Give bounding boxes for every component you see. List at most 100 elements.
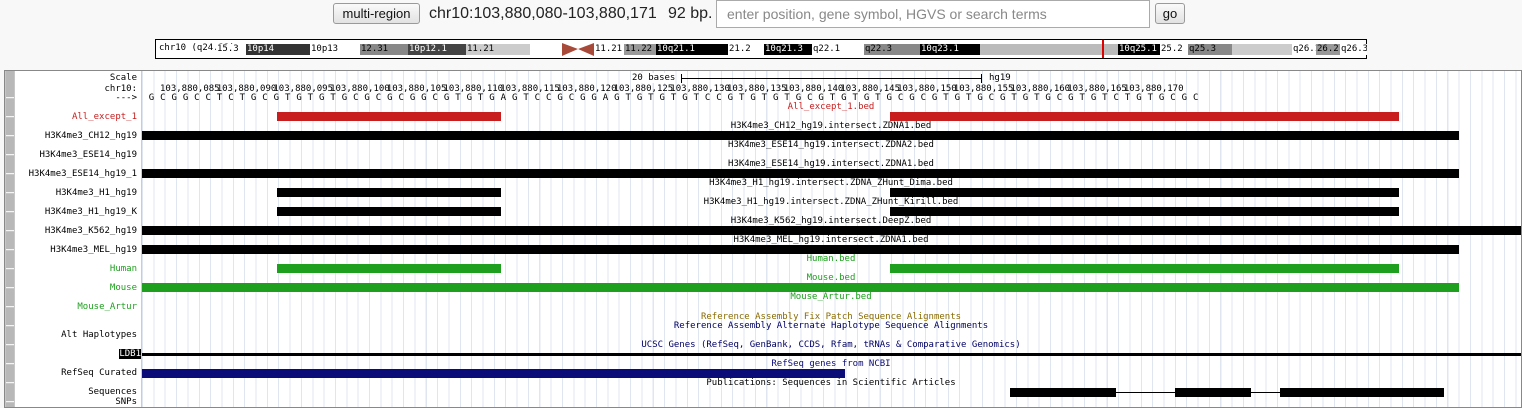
track-label[interactable]: Human <box>110 264 137 274</box>
scale-bar-right-tick <box>981 74 982 83</box>
sequence-base: G <box>750 93 756 103</box>
track-title: UCSC Genes (RefSeq, GenBank, CCDS, Rfam,… <box>641 340 1021 350</box>
track-label[interactable]: H3K4me3_CH12_hg19 <box>45 131 137 141</box>
sequence-base: G <box>1090 93 1097 103</box>
track-side-button[interactable] <box>6 384 14 402</box>
track-feature[interactable] <box>142 226 1521 235</box>
track-feature[interactable] <box>890 112 1399 121</box>
track-side-button[interactable] <box>6 118 14 136</box>
track-feature[interactable] <box>142 245 1459 254</box>
track-feature[interactable] <box>890 207 1399 216</box>
ideogram-band: q26.13 <box>1292 44 1316 55</box>
track-feature[interactable] <box>142 283 1459 292</box>
track-side-button[interactable] <box>6 213 14 231</box>
ideogram-band: 12.31 <box>360 44 408 55</box>
chromosome-ideogram[interactable]: chr10 (q24.32) 15.3 10p14 10p13 12.31 10p12.… <box>155 39 1367 59</box>
sequence-base: G <box>319 93 325 103</box>
sequence-base: G <box>296 93 302 103</box>
scale-bar-left-tick <box>681 74 682 83</box>
track-side-button[interactable] <box>6 175 14 193</box>
track-side-button[interactable] <box>6 251 14 269</box>
track-side-button[interactable] <box>6 289 14 307</box>
track-feature[interactable] <box>1010 388 1116 397</box>
sequence-base: G <box>511 93 518 103</box>
track-label[interactable]: Mouse_Artur <box>77 302 137 312</box>
track-label[interactable]: H3K4me3_K562_hg19 <box>45 226 137 236</box>
track-side-button[interactable] <box>6 327 14 345</box>
track-feature[interactable] <box>890 188 1399 197</box>
sequence-base: G <box>250 93 257 103</box>
search-input[interactable]: enter position, gene symbol, HGVS or sea… <box>716 0 1150 28</box>
track-title: RefSeq genes from NCBI <box>771 359 891 369</box>
ideogram-band: q22.1 <box>812 44 864 55</box>
sequence-base: C <box>1113 93 1119 103</box>
sequence-base: C <box>205 93 211 103</box>
sequence-base: C <box>704 93 711 103</box>
track-label[interactable]: H3K4me3_ESE14_hg19 <box>39 150 137 160</box>
track-label[interactable]: H3K4me3_H1_hg19_K <box>45 207 137 217</box>
track-data-area[interactable]: 20 bases hg19 103,880,085 103,880,090 103,… <box>142 71 1521 407</box>
track-side-button[interactable] <box>6 270 14 288</box>
track-side-button[interactable] <box>6 99 14 117</box>
sequence-base: G <box>909 93 915 103</box>
track-label[interactable]: SNPs <box>115 397 137 407</box>
sequence-base: G <box>387 93 393 103</box>
sequence-base: G <box>977 93 983 103</box>
sequence-base: C <box>194 93 200 103</box>
track-label[interactable]: Sequences <box>88 387 137 397</box>
track-side-button[interactable] <box>6 403 14 407</box>
track-feature[interactable] <box>890 264 1399 273</box>
track-feature[interactable] <box>142 169 1459 178</box>
position-display: chr10:103,880,080-103,880,171 <box>429 5 657 22</box>
track-feature[interactable] <box>1280 388 1444 397</box>
sequence-base: C <box>398 93 404 103</box>
go-button[interactable]: go <box>1155 3 1185 24</box>
track-label[interactable]: All_except_1 <box>72 112 137 122</box>
track-label[interactable]: H3K4me3_H1_hg19 <box>56 188 137 198</box>
track-feature[interactable] <box>277 264 501 273</box>
sequence-base: C <box>988 93 995 103</box>
track-side-button[interactable] <box>6 232 14 250</box>
sequence-base: C <box>262 93 268 103</box>
track-label[interactable]: Alt Haplotypes <box>61 330 137 340</box>
ideogram-band: q26.3 <box>1340 44 1367 55</box>
sequence-base: G <box>1068 93 1074 103</box>
track-side-button[interactable] <box>6 194 14 212</box>
track-side-button[interactable] <box>6 346 14 364</box>
track-feature[interactable] <box>277 207 501 216</box>
sequence-base: T <box>738 93 745 103</box>
track-side-button[interactable] <box>6 365 14 383</box>
ideogram-band: 10q21.3 <box>764 44 812 55</box>
sequence-base: T <box>1034 93 1040 103</box>
sequence-base: C <box>353 93 359 103</box>
track-label[interactable]: LDB1 <box>119 349 141 359</box>
track-label[interactable]: H3K4me3_ESE14_hg19_1 <box>29 169 137 179</box>
ideogram-band: q22.3 <box>864 44 920 55</box>
sequence-base: G <box>557 93 563 103</box>
multi-region-button[interactable]: multi-region <box>333 3 420 24</box>
track-title: H3K4me3_H1_hg19.intersect.ZDNA_ZHunt_Dim… <box>709 178 953 188</box>
intron-line <box>1251 392 1280 393</box>
ideogram-band: 10p14 <box>246 44 310 55</box>
track-side-button[interactable] <box>6 308 14 326</box>
centromere-icon <box>562 43 594 56</box>
track-label[interactable]: Mouse <box>110 283 137 293</box>
track-feature[interactable] <box>1175 388 1251 397</box>
track-side-button[interactable] <box>6 71 14 98</box>
scale-bar <box>681 78 981 79</box>
ideogram-band-segment <box>1232 44 1292 55</box>
track-feature[interactable] <box>277 112 501 121</box>
sequence-base: T <box>477 93 484 103</box>
sequence-base: A <box>602 93 609 103</box>
track-feature[interactable] <box>142 131 1459 140</box>
track-feature[interactable] <box>277 188 501 197</box>
track-label[interactable]: H3K4me3_MEL_hg19 <box>50 245 137 255</box>
size-display: 92 bp. <box>668 5 713 22</box>
sequence-base: G <box>1181 93 1188 103</box>
track-label[interactable]: RefSeq Curated <box>61 368 137 378</box>
track-side-button[interactable] <box>6 156 14 174</box>
sequence-base: G <box>580 93 586 103</box>
track-side-button[interactable] <box>6 137 14 155</box>
track-feature[interactable] <box>142 353 1521 356</box>
track-feature[interactable] <box>142 369 845 378</box>
